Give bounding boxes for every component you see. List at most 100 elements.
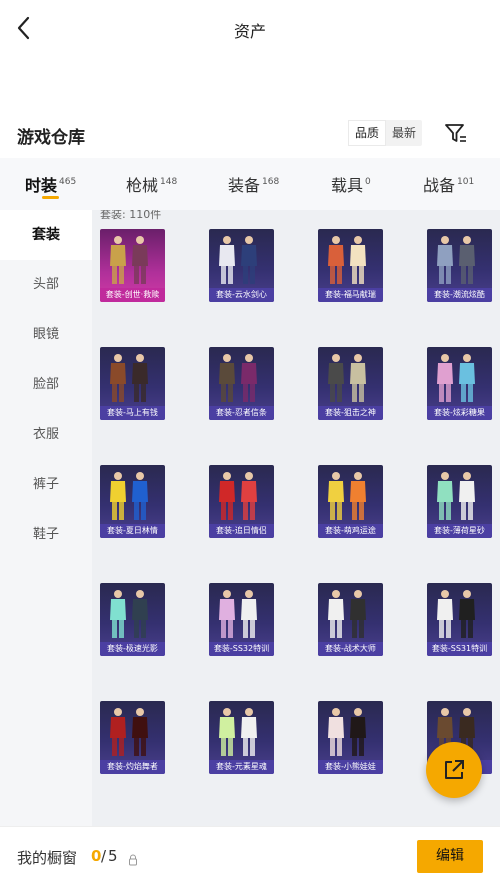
share-button[interactable]	[426, 742, 482, 798]
outfit-card[interactable]: 套装-潮流炫酷	[427, 229, 492, 302]
showcase-separator: /	[101, 847, 107, 865]
outfit-card[interactable]: 套装-SS31特训	[427, 583, 492, 656]
share-icon	[445, 760, 464, 779]
outfit-card[interactable]: 套装-狙击之神	[318, 347, 383, 420]
showcase-max-count: 5	[108, 847, 118, 865]
tab-guns[interactable]: 枪械 148	[126, 172, 177, 196]
tab-label: 装备	[228, 176, 261, 195]
showcase-bar: 我的橱窗 0 / 5 编辑	[0, 826, 500, 885]
outfit-figure-icon	[110, 472, 148, 520]
tab-fashion[interactable]: 时装 465	[25, 172, 76, 196]
outfit-card[interactable]: 套装-薄荷星砂	[427, 465, 492, 538]
outfit-card[interactable]: 套装-创世·救赎	[100, 229, 165, 302]
tab-battle-prep[interactable]: 战备 101	[423, 172, 474, 196]
outfit-card-label: 套装-战术大师	[318, 642, 383, 656]
outfit-card-label: 套装-马上有钱	[100, 406, 165, 420]
sidebar-item-suits[interactable]: 套装	[0, 210, 92, 260]
tab-count: 148	[160, 177, 178, 187]
outfit-card[interactable]: 套装-忍者信条	[209, 347, 274, 420]
outfit-card-label: 套装-炫彩糖果	[427, 406, 492, 420]
outfit-card-label: 套装-夏日林情	[100, 524, 165, 538]
sort-toggle: 品质 最新	[348, 120, 423, 146]
outfit-card-label: 套装-元素星魂	[209, 760, 274, 774]
page-title: 资产	[233, 22, 266, 41]
outfit-figure-icon	[437, 354, 475, 402]
outfit-figure-icon	[328, 708, 366, 756]
outfit-card-label: 套装-SS32特训	[209, 642, 274, 656]
outfit-figure-icon	[328, 236, 366, 284]
outfit-card-label: 套装-萌鸡运途	[318, 524, 383, 538]
outfit-figure-icon	[110, 590, 148, 638]
outfit-card[interactable]: 套装-追日情侣	[209, 465, 274, 538]
outfit-card[interactable]: 套装-马上有钱	[100, 347, 165, 420]
sidebar-item-glasses[interactable]: 眼镜	[0, 310, 92, 360]
outfit-card-label: 套装-创世·救赎	[100, 288, 165, 302]
showcase-label: 我的橱窗	[17, 849, 78, 867]
outfit-card-label: 套装-SS31特训	[427, 642, 492, 656]
filter-icon[interactable]	[443, 120, 469, 146]
tab-equipment[interactable]: 装备 168	[228, 172, 279, 196]
sidebar-item-pants[interactable]: 裤子	[0, 460, 92, 510]
outfit-figure-icon	[219, 354, 257, 402]
outfit-card[interactable]: 套装-福马献瑞	[318, 229, 383, 302]
outfit-card[interactable]: 套装-夏日林情	[100, 465, 165, 538]
showcase-current-count: 0	[91, 847, 102, 865]
outfit-card[interactable]: 套装-萌鸡运途	[318, 465, 383, 538]
tab-label: 时装	[25, 176, 58, 195]
outfit-card-label: 套装-福马献瑞	[318, 288, 383, 302]
outfit-card-label: 套装-追日情侣	[209, 524, 274, 538]
outfit-figure-icon	[219, 708, 257, 756]
outfit-card[interactable]: 套装-小熊娃娃	[318, 701, 383, 774]
outfit-card-label: 套装-狙击之神	[318, 406, 383, 420]
sidebar-item-shoes[interactable]: 鞋子	[0, 510, 92, 560]
outfit-figure-icon	[219, 472, 257, 520]
outfit-figure-icon	[219, 590, 257, 638]
outfit-figure-icon	[110, 236, 148, 284]
outfit-figure-icon	[328, 472, 366, 520]
outfit-card[interactable]: 套装-极速光影	[100, 583, 165, 656]
sidebar-item-head[interactable]: 头部	[0, 260, 92, 310]
sort-latest-button[interactable]: 最新	[386, 120, 422, 146]
sidebar-item-clothes[interactable]: 衣服	[0, 410, 92, 460]
tab-label: 枪械	[126, 176, 159, 195]
subcategory-sidebar: 套装 头部 眼镜 脸部 衣服 裤子 鞋子	[0, 210, 92, 830]
sidebar-item-face[interactable]: 脸部	[0, 360, 92, 410]
top-nav-bar: 资产	[0, 0, 500, 58]
outfit-card[interactable]: 套装-炫彩糖果	[427, 347, 492, 420]
outfit-card-label: 套装-灼焰舞者	[100, 760, 165, 774]
tab-count: 101	[457, 177, 475, 187]
outfit-figure-icon	[328, 354, 366, 402]
tab-vehicles[interactable]: 载具 0	[331, 172, 371, 196]
outfit-card-label: 套装-忍者信条	[209, 406, 274, 420]
outfit-figure-icon	[110, 354, 148, 402]
tab-label: 战备	[423, 176, 456, 195]
warehouse-title: 游戏仓库	[17, 128, 85, 148]
outfit-figure-icon	[328, 590, 366, 638]
category-tabs: 时装 465 枪械 148 装备 168 载具 0 战备 101	[0, 158, 500, 210]
sort-quality-button[interactable]: 品质	[348, 120, 387, 146]
outfit-card-label: 套装-潮流炫酷	[427, 288, 492, 302]
outfit-card[interactable]: 套装-SS32特训	[209, 583, 274, 656]
lock-icon	[128, 851, 138, 866]
outfit-card[interactable]: 套装-云水剑心	[209, 229, 274, 302]
outfit-figure-icon	[110, 708, 148, 756]
outfit-card-label: 套装-极速光影	[100, 642, 165, 656]
tab-label: 载具	[331, 176, 364, 195]
tab-count: 168	[262, 177, 280, 187]
active-tab-indicator	[42, 196, 59, 199]
outfit-card-label: 套装-薄荷星砂	[427, 524, 492, 538]
outfit-card[interactable]: 套装-战术大师	[318, 583, 383, 656]
tab-count: 0	[365, 177, 371, 187]
edit-button[interactable]: 编辑	[417, 840, 483, 873]
item-count-text: 套装: 110件	[100, 210, 162, 221]
tab-count: 465	[59, 177, 77, 187]
outfit-figure-icon	[219, 236, 257, 284]
outfit-figure-icon	[437, 590, 475, 638]
item-grid: 套装: 110件 套装-创世·救赎 套装-云水剑心 套装-福马献瑞 套装-潮流炫酷 套装…	[92, 210, 500, 830]
outfit-figure-icon	[437, 472, 475, 520]
outfit-figure-icon	[437, 236, 475, 284]
outfit-card[interactable]: 套装-灼焰舞者	[100, 701, 165, 774]
outfit-card-label: 套装-云水剑心	[209, 288, 274, 302]
outfit-card-label: 套装-小熊娃娃	[318, 760, 383, 774]
outfit-card[interactable]: 套装-元素星魂	[209, 701, 274, 774]
